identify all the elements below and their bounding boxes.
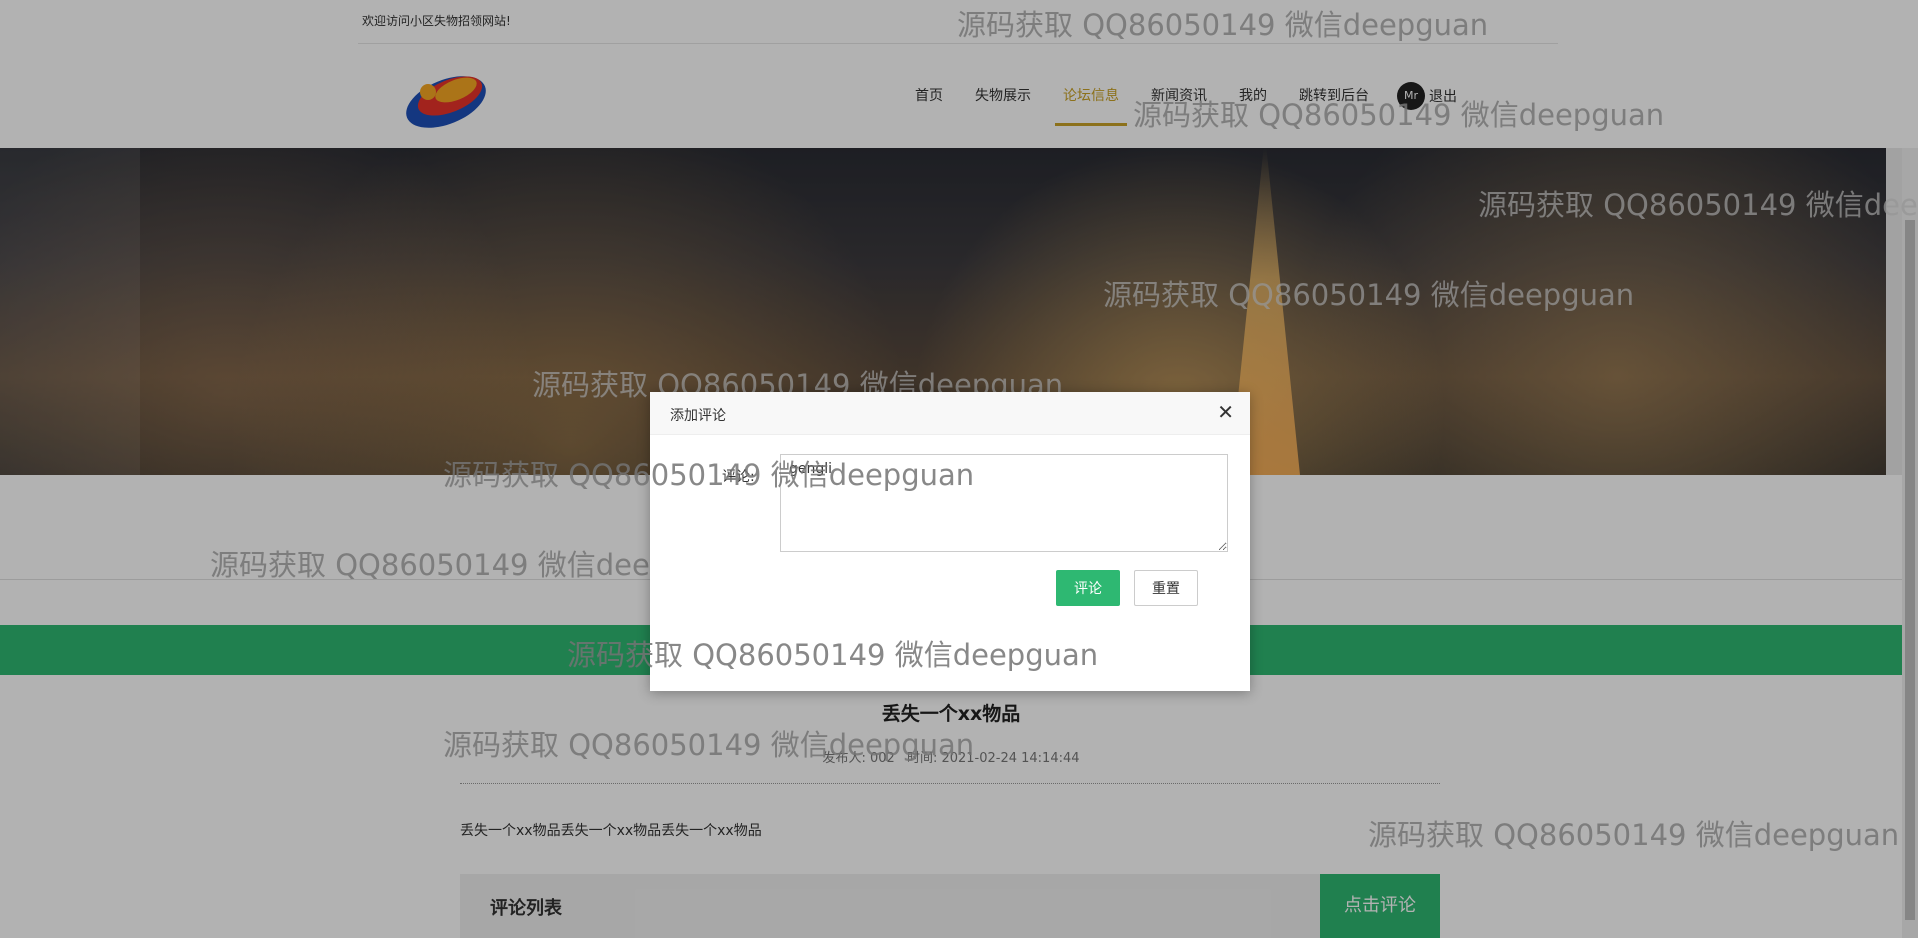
reset-button[interactable]: 重置: [1134, 570, 1198, 606]
dialog-header: 添加评论 ✕: [650, 392, 1250, 435]
comment-label: 评论:: [722, 469, 755, 485]
comment-textarea[interactable]: gengli: [780, 454, 1228, 552]
dialog-title: 添加评论: [670, 408, 726, 424]
add-comment-dialog: 添加评论 ✕ 评论: gengli 评论 重置: [650, 392, 1250, 691]
close-icon[interactable]: ✕: [1217, 400, 1234, 424]
submit-comment-button[interactable]: 评论: [1056, 570, 1120, 606]
